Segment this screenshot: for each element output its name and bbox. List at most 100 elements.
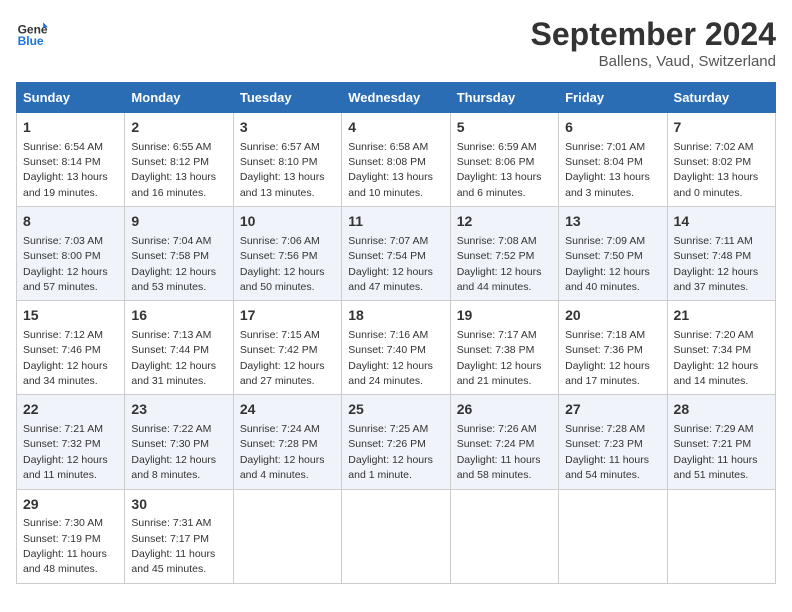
page-header: General Blue September 2024 Ballens, Vau… — [16, 16, 776, 70]
location: Ballens, Vaud, Switzerland — [531, 53, 776, 70]
calendar-cell: 30Sunrise: 7:31 AMSunset: 7:17 PMDayligh… — [125, 489, 233, 583]
day-number: 12 — [457, 212, 552, 232]
day-number: 26 — [457, 400, 552, 420]
calendar-week-3: 15 Sunrise: 7:12 AMSunset: 7:46 PMDayligh… — [17, 301, 776, 395]
cell-info: Sunrise: 7:16 AMSunset: 7:40 PMDaylight:… — [348, 329, 433, 387]
calendar-cell: 11 Sunrise: 7:07 AMSunset: 7:54 PMDayligh… — [342, 207, 450, 301]
calendar-cell: 17 Sunrise: 7:15 AMSunset: 7:42 PMDayligh… — [233, 301, 341, 395]
header-row: SundayMondayTuesdayWednesdayThursdayFrid… — [17, 83, 776, 113]
day-number: 10 — [240, 212, 335, 232]
cell-info: Sunrise: 7:30 AMSunset: 7:19 PMDaylight:… — [23, 517, 107, 575]
calendar-cell: 21Sunrise: 7:20 AMSunset: 7:34 PMDayligh… — [667, 301, 775, 395]
day-number: 20 — [565, 306, 660, 326]
day-number: 8 — [23, 212, 118, 232]
month-title: September 2024 — [531, 16, 776, 53]
day-number: 21 — [674, 306, 769, 326]
day-number: 5 — [457, 118, 552, 138]
day-number: 19 — [457, 306, 552, 326]
day-number: 28 — [674, 400, 769, 420]
cell-info: Sunrise: 7:21 AMSunset: 7:32 PMDaylight:… — [23, 423, 108, 481]
calendar-week-2: 8 Sunrise: 7:03 AMSunset: 8:00 PMDaylight… — [17, 207, 776, 301]
day-number: 14 — [674, 212, 769, 232]
calendar-cell — [559, 489, 667, 583]
cell-info: Sunrise: 7:17 AMSunset: 7:38 PMDaylight:… — [457, 329, 542, 387]
calendar-cell: 27 Sunrise: 7:28 AMSunset: 7:23 PMDayligh… — [559, 395, 667, 489]
cell-info: Sunrise: 7:15 AMSunset: 7:42 PMDaylight:… — [240, 329, 325, 387]
svg-text:Blue: Blue — [18, 34, 44, 48]
calendar-week-5: 29Sunrise: 7:30 AMSunset: 7:19 PMDayligh… — [17, 489, 776, 583]
calendar-cell: 22 Sunrise: 7:21 AMSunset: 7:32 PMDayligh… — [17, 395, 125, 489]
cell-info: Sunrise: 7:13 AMSunset: 7:44 PMDaylight:… — [131, 329, 216, 387]
cell-info: Sunrise: 6:59 AMSunset: 8:06 PMDaylight:… — [457, 141, 542, 199]
calendar-cell: 29Sunrise: 7:30 AMSunset: 7:19 PMDayligh… — [17, 489, 125, 583]
cell-info: Sunrise: 7:04 AMSunset: 7:58 PMDaylight:… — [131, 235, 216, 293]
calendar-cell — [450, 489, 558, 583]
day-number: 17 — [240, 306, 335, 326]
cell-info: Sunrise: 7:03 AMSunset: 8:00 PMDaylight:… — [23, 235, 108, 293]
header-saturday: Saturday — [667, 83, 775, 113]
cell-info: Sunrise: 7:07 AMSunset: 7:54 PMDaylight:… — [348, 235, 433, 293]
calendar-cell: 24 Sunrise: 7:24 AMSunset: 7:28 PMDayligh… — [233, 395, 341, 489]
calendar-cell: 8 Sunrise: 7:03 AMSunset: 8:00 PMDaylight… — [17, 207, 125, 301]
cell-info: Sunrise: 7:24 AMSunset: 7:28 PMDaylight:… — [240, 423, 325, 481]
day-number: 13 — [565, 212, 660, 232]
day-number: 4 — [348, 118, 443, 138]
title-block: September 2024 Ballens, Vaud, Switzerlan… — [531, 16, 776, 70]
day-number: 1 — [23, 118, 118, 138]
calendar-cell: 23Sunrise: 7:22 AMSunset: 7:30 PMDayligh… — [125, 395, 233, 489]
header-sunday: Sunday — [17, 83, 125, 113]
calendar-cell: 25Sunrise: 7:25 AMSunset: 7:26 PMDayligh… — [342, 395, 450, 489]
day-number: 11 — [348, 212, 443, 232]
calendar-table: SundayMondayTuesdayWednesdayThursdayFrid… — [16, 82, 776, 584]
header-monday: Monday — [125, 83, 233, 113]
calendar-cell: 20 Sunrise: 7:18 AMSunset: 7:36 PMDayligh… — [559, 301, 667, 395]
calendar-cell: 12 Sunrise: 7:08 AMSunset: 7:52 PMDayligh… — [450, 207, 558, 301]
cell-info: Sunrise: 7:26 AMSunset: 7:24 PMDaylight:… — [457, 423, 541, 481]
calendar-cell: 18 Sunrise: 7:16 AMSunset: 7:40 PMDayligh… — [342, 301, 450, 395]
calendar-week-4: 22 Sunrise: 7:21 AMSunset: 7:32 PMDayligh… — [17, 395, 776, 489]
cell-info: Sunrise: 6:54 AMSunset: 8:14 PMDaylight:… — [23, 141, 108, 199]
calendar-cell: 6 Sunrise: 7:01 AMSunset: 8:04 PMDaylight… — [559, 113, 667, 207]
header-friday: Friday — [559, 83, 667, 113]
cell-info: Sunrise: 7:08 AMSunset: 7:52 PMDaylight:… — [457, 235, 542, 293]
cell-info: Sunrise: 6:55 AMSunset: 8:12 PMDaylight:… — [131, 141, 216, 199]
calendar-week-1: 1 Sunrise: 6:54 AMSunset: 8:14 PMDaylight… — [17, 113, 776, 207]
calendar-cell: 26 Sunrise: 7:26 AMSunset: 7:24 PMDayligh… — [450, 395, 558, 489]
calendar-cell: 1 Sunrise: 6:54 AMSunset: 8:14 PMDaylight… — [17, 113, 125, 207]
day-number: 27 — [565, 400, 660, 420]
day-number: 24 — [240, 400, 335, 420]
calendar-cell — [233, 489, 341, 583]
cell-info: Sunrise: 7:18 AMSunset: 7:36 PMDaylight:… — [565, 329, 650, 387]
cell-info: Sunrise: 7:22 AMSunset: 7:30 PMDaylight:… — [131, 423, 216, 481]
cell-info: Sunrise: 6:57 AMSunset: 8:10 PMDaylight:… — [240, 141, 325, 199]
calendar-cell: 4Sunrise: 6:58 AMSunset: 8:08 PMDaylight… — [342, 113, 450, 207]
cell-info: Sunrise: 7:25 AMSunset: 7:26 PMDaylight:… — [348, 423, 433, 481]
day-number: 3 — [240, 118, 335, 138]
day-number: 6 — [565, 118, 660, 138]
logo-icon: General Blue — [16, 16, 48, 48]
cell-info: Sunrise: 7:09 AMSunset: 7:50 PMDaylight:… — [565, 235, 650, 293]
day-number: 18 — [348, 306, 443, 326]
day-number: 7 — [674, 118, 769, 138]
cell-info: Sunrise: 7:01 AMSunset: 8:04 PMDaylight:… — [565, 141, 650, 199]
cell-info: Sunrise: 7:12 AMSunset: 7:46 PMDaylight:… — [23, 329, 108, 387]
calendar-cell: 14 Sunrise: 7:11 AMSunset: 7:48 PMDayligh… — [667, 207, 775, 301]
day-number: 2 — [131, 118, 226, 138]
header-thursday: Thursday — [450, 83, 558, 113]
day-number: 29 — [23, 495, 118, 515]
day-number: 30 — [131, 495, 226, 515]
cell-info: Sunrise: 7:29 AMSunset: 7:21 PMDaylight:… — [674, 423, 758, 481]
day-number: 16 — [131, 306, 226, 326]
cell-info: Sunrise: 7:06 AMSunset: 7:56 PMDaylight:… — [240, 235, 325, 293]
calendar-cell: 13 Sunrise: 7:09 AMSunset: 7:50 PMDayligh… — [559, 207, 667, 301]
calendar-cell: 7 Sunrise: 7:02 AMSunset: 8:02 PMDaylight… — [667, 113, 775, 207]
cell-info: Sunrise: 7:11 AMSunset: 7:48 PMDaylight:… — [674, 235, 759, 293]
day-number: 22 — [23, 400, 118, 420]
cell-info: Sunrise: 7:28 AMSunset: 7:23 PMDaylight:… — [565, 423, 649, 481]
day-number: 15 — [23, 306, 118, 326]
logo: General Blue — [16, 16, 48, 48]
cell-info: Sunrise: 7:02 AMSunset: 8:02 PMDaylight:… — [674, 141, 759, 199]
calendar-cell — [667, 489, 775, 583]
calendar-cell: 3 Sunrise: 6:57 AMSunset: 8:10 PMDaylight… — [233, 113, 341, 207]
cell-info: Sunrise: 7:31 AMSunset: 7:17 PMDaylight:… — [131, 517, 215, 575]
